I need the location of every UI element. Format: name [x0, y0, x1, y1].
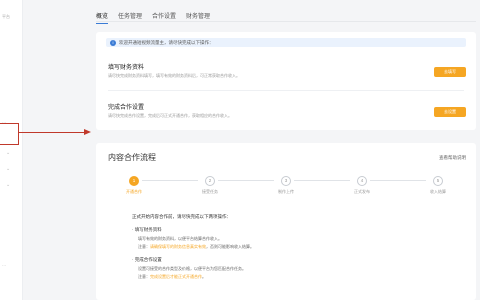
onboarding-card: i 欢迎开通短视频流量主，请尽快完成以下操作： 填写财务资料 请尽快完成财务资料… — [96, 32, 476, 130]
sidebar: 平台 ⌄ ⌄ ⌄ ··· ··· — [0, 0, 23, 300]
guide-item-text: 填写有效的财务资料，以便平台结算合作收入。 — [138, 236, 222, 241]
step-circle-1: 1 — [129, 176, 139, 186]
guide-item-note: 注意：完成设置后才能正式开通合作。 — [138, 274, 206, 280]
task-desc-cooperation: 请尽快完成合作设置，完成后可正式开通合作，获取相应的合作收入。 — [108, 113, 232, 118]
divider — [108, 90, 464, 91]
guide-note-suffix: ，否则可能影响收入结算。 — [206, 244, 254, 249]
tab-finance-management[interactable]: 财务管理 — [186, 11, 210, 24]
guide-note-highlight: 请确保填写的财务信息真实有效 — [150, 244, 206, 249]
notice-text: 欢迎开通短视频流量主，请尽快完成以下操作： — [119, 40, 214, 45]
tabs-divider — [96, 21, 476, 22]
step-label-1: 开通合作 — [126, 189, 142, 194]
step-connector — [370, 180, 426, 181]
guide-intro: 正式开始内容合作前，请尽快完成以下两项操作： — [132, 214, 231, 219]
flow-card: 内容合作流程 查看帮助说明 1 2 3 4 5 开通合作 接受任务 制作上传 正… — [96, 143, 476, 300]
sidebar-item-label[interactable]: 平台 — [2, 14, 10, 20]
help-link[interactable]: 查看帮助说明 — [439, 155, 466, 161]
sidebar-item-label[interactable]: ··· — [2, 263, 6, 268]
step-circle-2: 2 — [205, 176, 215, 186]
guide-item-head: · 完成合作设置 — [132, 257, 162, 262]
guide-note-prefix: 注意： — [138, 274, 150, 279]
step-circle-4: 4 — [357, 176, 367, 186]
task-title-cooperation: 完成合作设置 — [108, 105, 145, 111]
cooperation-settings-button[interactable]: 去设置 — [434, 107, 466, 117]
tab-overview[interactable]: 概览 — [96, 11, 109, 24]
guide-item-text: 设置可接受的合作类型及价格，以便平台为您匹配合作任务。 — [138, 266, 246, 271]
step-label-4: 正式发布 — [354, 189, 370, 194]
sidebar-highlight-box — [0, 123, 19, 145]
step-label-5: 收入结算 — [430, 189, 446, 194]
info-icon: i — [110, 39, 116, 46]
step-label-3: 制作上传 — [278, 189, 294, 194]
task-title-finance: 填写财务资料 — [108, 65, 145, 71]
chevron-down-icon[interactable]: ⌄ — [6, 182, 10, 188]
guide-item-note: 注意：请确保填写的财务信息真实有效，否则可能影响收入结算。 — [138, 244, 254, 250]
guide-item-head: · 填写财务资料 — [132, 227, 162, 232]
annotation-arrow-line — [19, 132, 85, 133]
step-connector — [294, 180, 350, 181]
flow-title: 内容合作流程 — [108, 153, 156, 162]
step-circle-3: 3 — [281, 176, 291, 186]
step-connector — [142, 180, 198, 181]
fill-finance-button[interactable]: 去填写 — [434, 67, 466, 77]
tab-task-management[interactable]: 任务管理 — [118, 11, 142, 24]
step-connector — [218, 180, 274, 181]
task-desc-finance: 请尽快完成财务资料填写，填写有效的财务资料后，可正常获取合作收入。 — [108, 73, 240, 78]
guide-note-suffix: 。 — [202, 274, 206, 279]
top-tabs: 概览 任务管理 合作设置 财务管理 — [96, 11, 210, 24]
annotation-arrow-icon — [84, 129, 91, 135]
step-circle-5: 5 — [433, 176, 443, 186]
guide-note-highlight: 完成设置后才能正式开通合作 — [150, 274, 202, 279]
step-label-2: 接受任务 — [202, 189, 218, 194]
tab-cooperation-settings[interactable]: 合作设置 — [152, 11, 176, 24]
guide-note-prefix: 注意： — [138, 244, 150, 249]
chevron-down-icon[interactable]: ⌄ — [6, 166, 10, 172]
notice-banner: i 欢迎开通短视频流量主，请尽快完成以下操作： — [106, 38, 466, 47]
chevron-down-icon[interactable]: ⌄ — [6, 150, 10, 156]
